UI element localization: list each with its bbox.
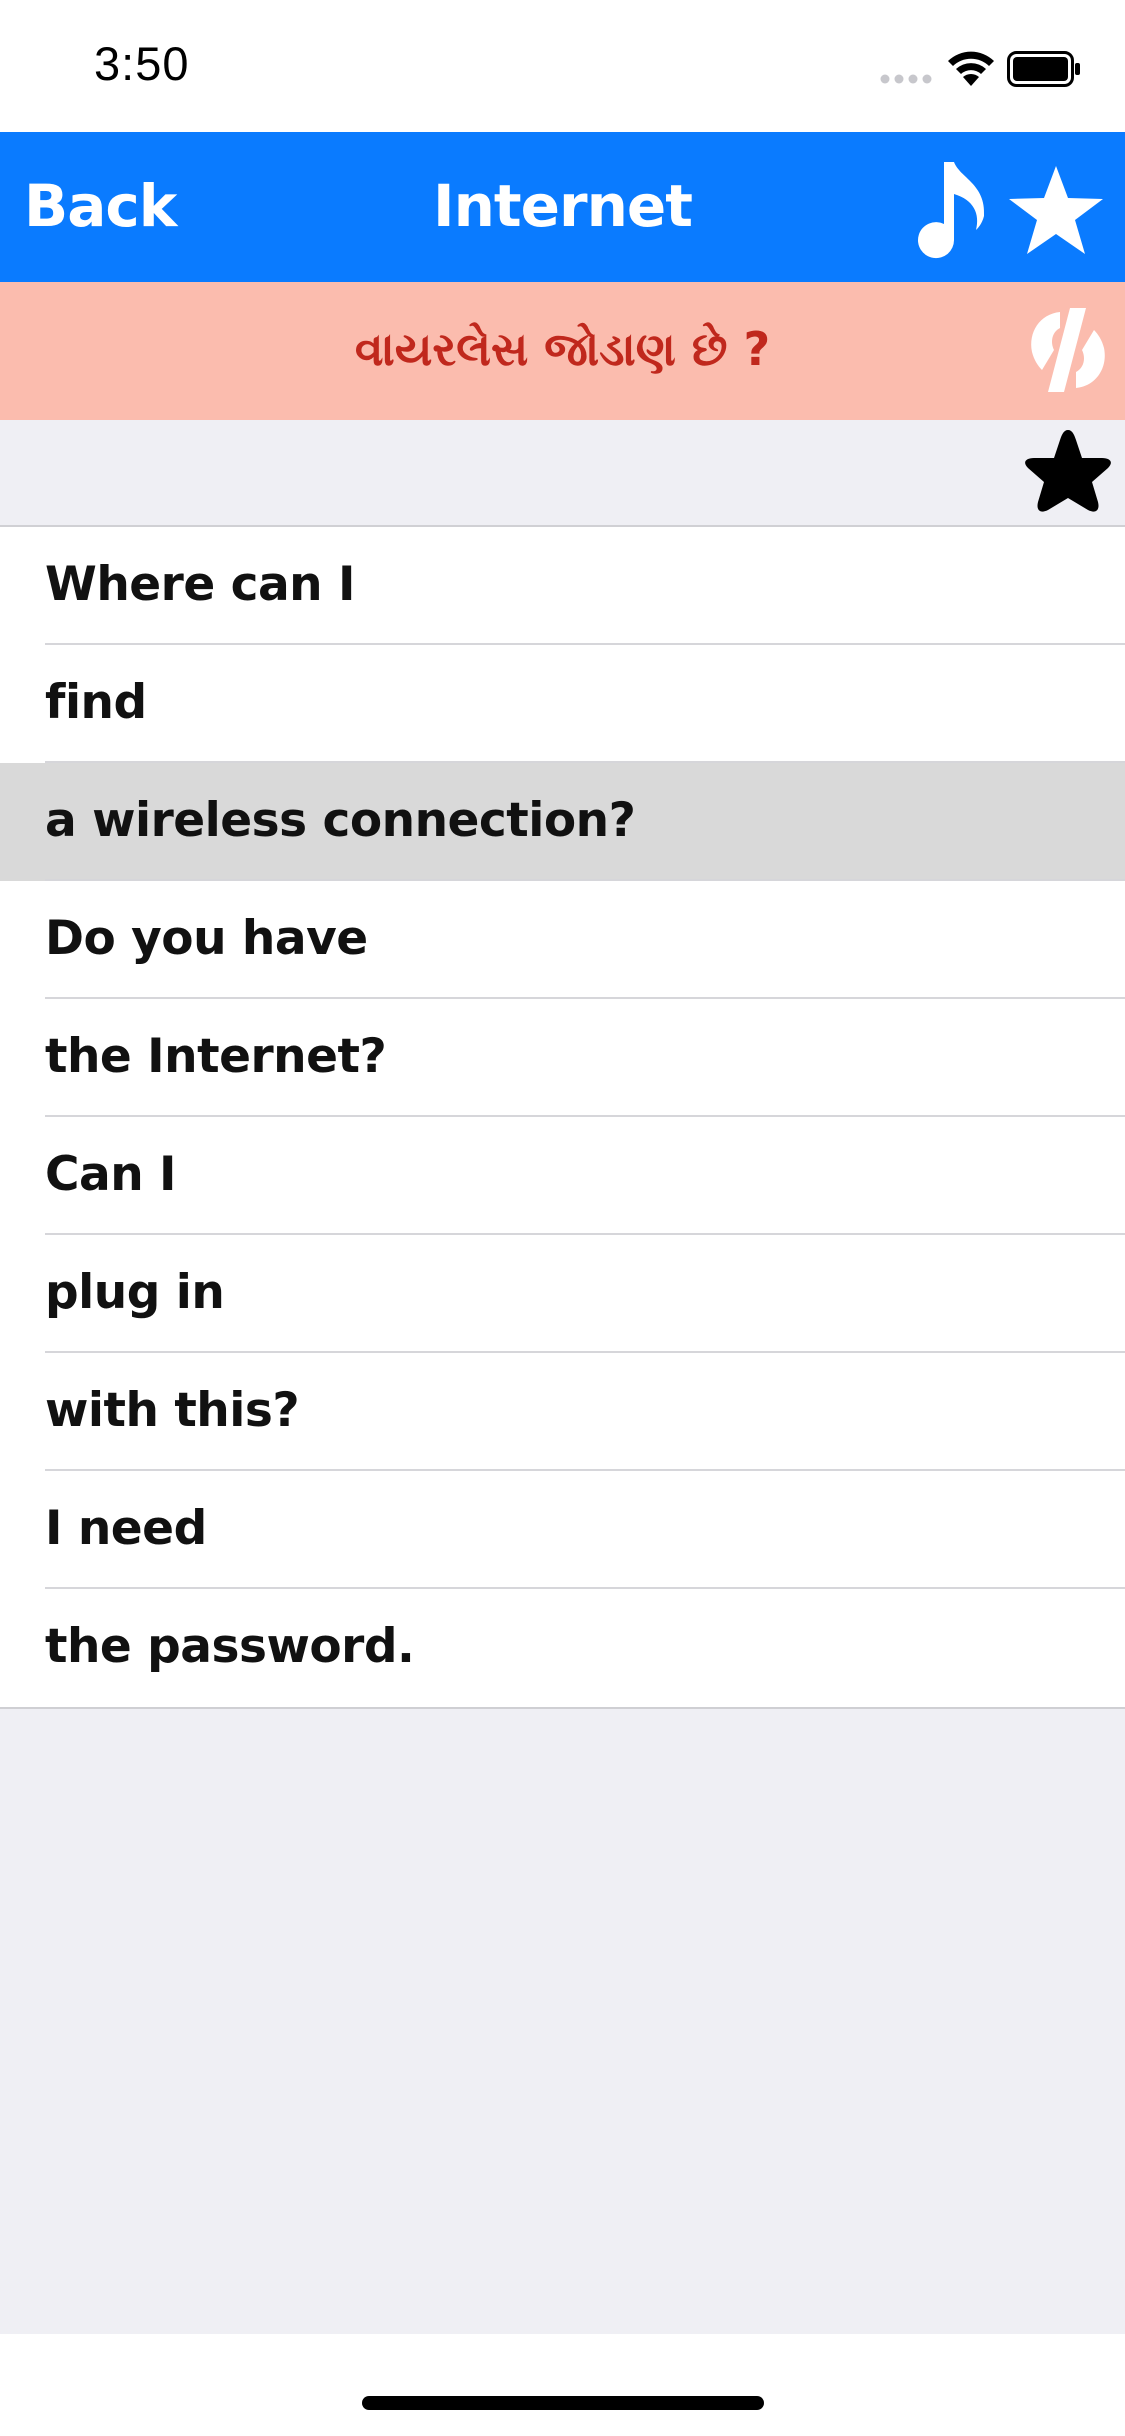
wifi-icon <box>948 51 994 86</box>
list-item[interactable]: I need <box>0 1471 1125 1589</box>
list-item[interactable]: Can I <box>0 1117 1125 1235</box>
list-item[interactable]: a wireless connection? <box>0 763 1125 881</box>
list-item-label: the Internet? <box>45 1029 387 1084</box>
swap-language-icon[interactable] <box>1020 302 1114 398</box>
list-item[interactable]: with this? <box>0 1353 1125 1471</box>
translation-banner: વાયરલેસ જોડાણ છે ? <box>0 282 1125 420</box>
list-item[interactable]: the password. <box>0 1589 1125 1707</box>
favorite-row <box>0 420 1125 527</box>
list-item-label: the password. <box>45 1619 415 1674</box>
translation-text: વાયરલેસ જોડાણ છે ? <box>354 322 771 376</box>
music-note-icon[interactable] <box>908 154 990 264</box>
list-item-label: plug in <box>45 1265 225 1320</box>
list-item-label: Where can I <box>45 557 355 612</box>
list-item[interactable]: Where can I <box>0 527 1125 645</box>
status-time: 3:50 <box>94 37 190 90</box>
list-item[interactable]: plug in <box>0 1235 1125 1353</box>
list-item-label: with this? <box>45 1383 300 1438</box>
star-icon[interactable] <box>1006 162 1106 258</box>
list-item[interactable]: Do you have <box>0 881 1125 999</box>
phrase-list: Where can I find a wireless connection? Do … <box>0 527 1125 1709</box>
list-item-label: a wireless connection? <box>45 793 636 848</box>
list-item-label: I need <box>45 1501 207 1556</box>
list-item[interactable]: the Internet? <box>0 999 1125 1117</box>
star-icon[interactable] <box>1020 426 1116 520</box>
battery-icon <box>1007 51 1080 87</box>
status-bar: 3:50 <box>0 0 1125 132</box>
home-area <box>0 2334 1125 2436</box>
list-item-label: Can I <box>45 1147 177 1202</box>
home-indicator[interactable] <box>362 2396 764 2410</box>
list-item-label: find <box>45 675 147 730</box>
list-item-label: Do you have <box>45 911 368 966</box>
back-button[interactable]: Back <box>24 172 177 240</box>
nav-bar: Back Internet <box>0 132 1125 282</box>
signal-dots-icon <box>880 74 932 84</box>
list-item[interactable]: find <box>0 645 1125 763</box>
